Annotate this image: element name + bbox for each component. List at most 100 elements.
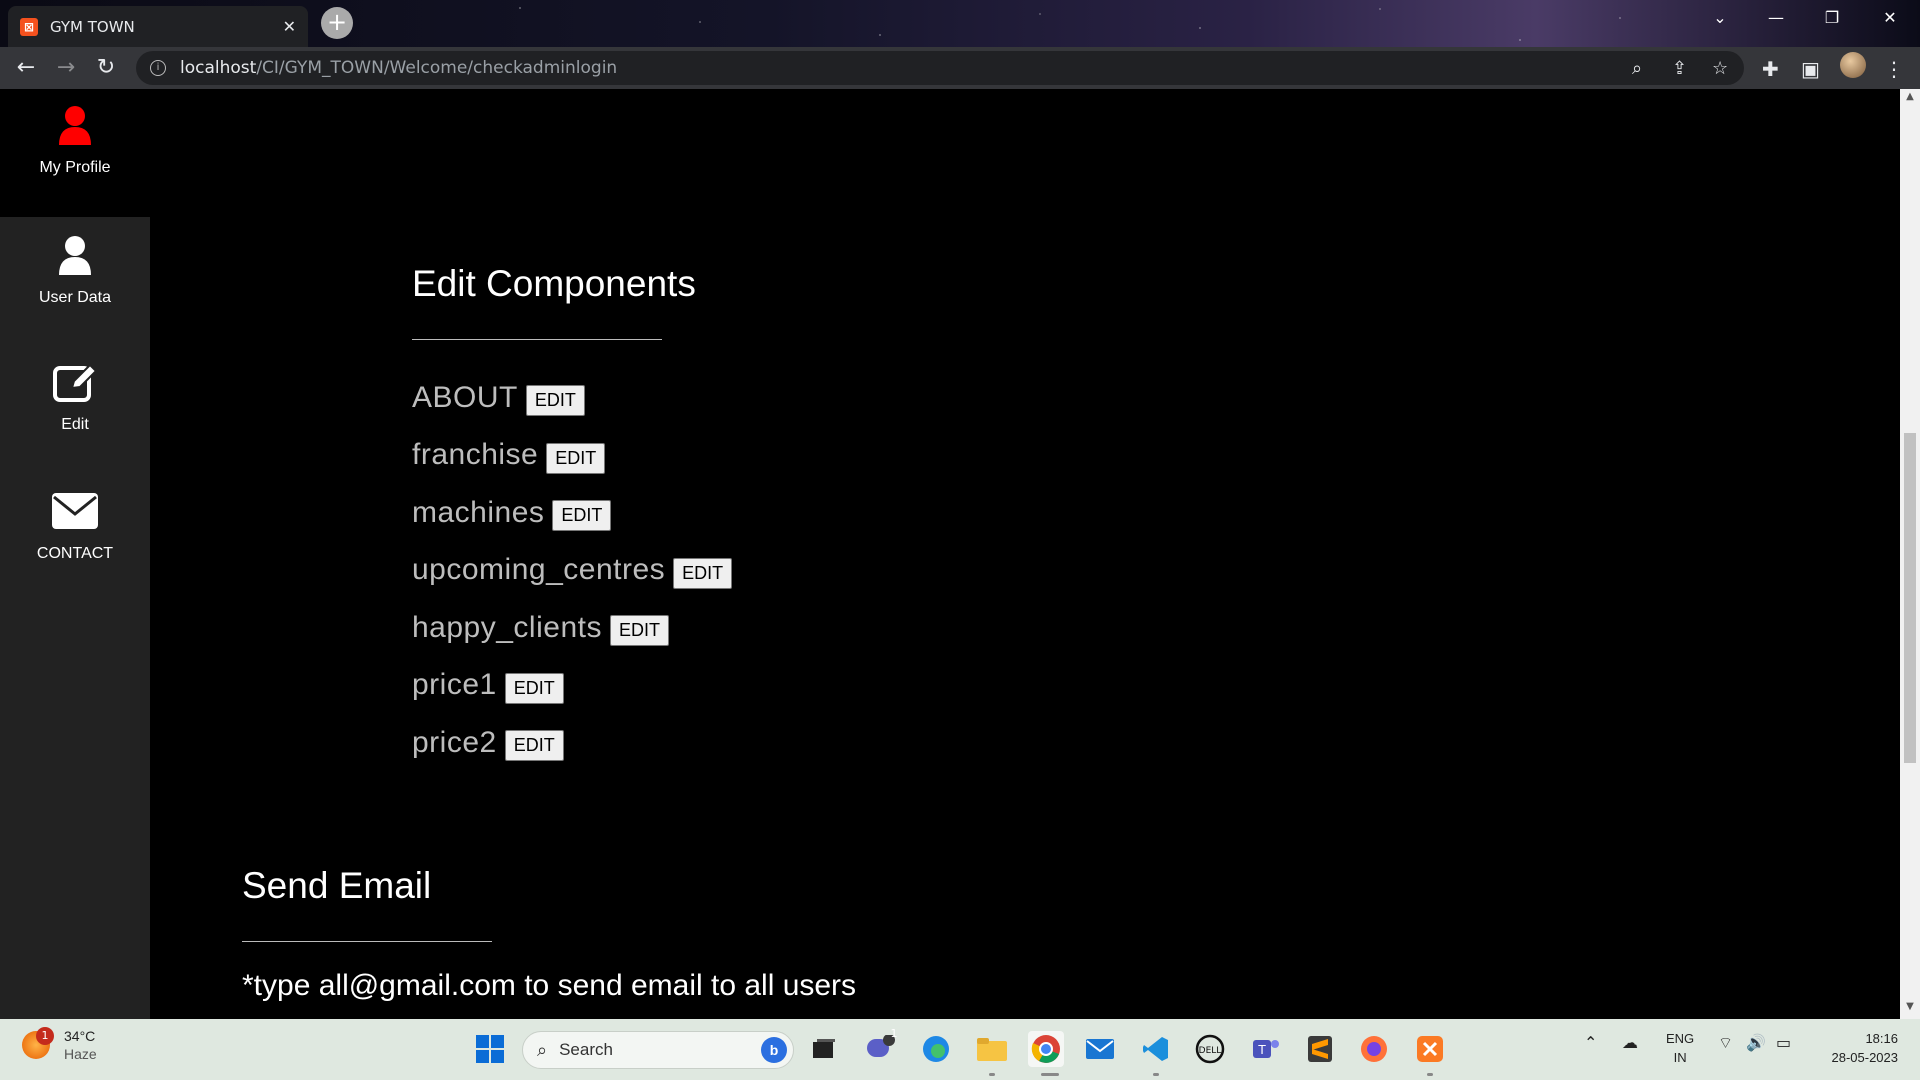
sidebar-background bbox=[0, 217, 150, 1019]
vscode-icon[interactable] bbox=[1138, 1031, 1174, 1067]
firefox-icon[interactable] bbox=[1356, 1031, 1392, 1067]
url-path: /CI/GYM_TOWN/Welcome/checkadminlogin bbox=[256, 58, 618, 78]
onedrive-cloud-icon[interactable]: ☁ bbox=[1622, 1033, 1638, 1052]
region-code: IN bbox=[1673, 1050, 1687, 1065]
edit-upcoming-centres-button[interactable]: EDIT bbox=[673, 557, 733, 589]
weather-sun-icon: 1 bbox=[22, 1027, 54, 1059]
tab-search-chevron-icon[interactable]: ⌄ bbox=[1692, 0, 1748, 34]
svg-text:DELL: DELL bbox=[1199, 1046, 1222, 1056]
scroll-thumb[interactable] bbox=[1904, 433, 1916, 763]
language-code: ENG bbox=[1666, 1031, 1695, 1046]
system-clock[interactable]: 18:16 28-05-2023 bbox=[1812, 1029, 1899, 1067]
wifi-icon[interactable]: ⌔ bbox=[1718, 1033, 1733, 1053]
browser-tab[interactable]: ⊠ GYM TOWN ✕ bbox=[8, 6, 308, 47]
sidebar-item-edit[interactable]: Edit bbox=[0, 362, 150, 434]
bookmark-star-icon[interactable]: ☆ bbox=[1712, 58, 1728, 79]
weather-badge: 1 bbox=[36, 1027, 54, 1045]
component-row-price1: price1 EDIT bbox=[412, 657, 732, 715]
bing-icon[interactable]: b bbox=[761, 1037, 787, 1063]
scroll-up-arrow-icon[interactable]: ▲ bbox=[1900, 91, 1920, 107]
xampp-favicon-icon: ⊠ bbox=[20, 17, 38, 36]
minimize-button[interactable]: — bbox=[1748, 0, 1804, 34]
edit-components-title: Edit Components bbox=[412, 263, 696, 304]
edit-franchise-button[interactable]: EDIT bbox=[546, 442, 606, 474]
back-arrow-icon[interactable]: ← bbox=[12, 55, 40, 83]
file-explorer-icon[interactable] bbox=[974, 1031, 1010, 1067]
battery-icon[interactable]: ▭ bbox=[1776, 1033, 1791, 1052]
new-tab-button[interactable]: + bbox=[321, 7, 353, 39]
edge-icon[interactable] bbox=[918, 1031, 954, 1067]
weather-condition: Haze bbox=[64, 1046, 97, 1062]
sidebar-item-user-data[interactable]: User Data bbox=[0, 235, 150, 307]
edit-happy-clients-button[interactable]: EDIT bbox=[609, 615, 669, 647]
running-indicator bbox=[989, 1073, 995, 1076]
forward-arrow-icon[interactable]: → bbox=[52, 55, 80, 83]
scroll-down-arrow-icon[interactable]: ▼ bbox=[1900, 1001, 1920, 1017]
start-button[interactable] bbox=[472, 1031, 508, 1067]
main-content: Edit Components ABOUT EDIT franchise EDI… bbox=[150, 89, 1900, 1019]
component-row-price2: price2 EDIT bbox=[412, 714, 732, 772]
edit-icon bbox=[53, 363, 98, 402]
chrome-icon[interactable] bbox=[1028, 1031, 1064, 1067]
browser-titlebar: ⊠ GYM TOWN ✕ + ⌄ — ❐ ✕ bbox=[0, 0, 1920, 47]
edit-price2-button[interactable]: EDIT bbox=[504, 730, 564, 762]
task-view-icon[interactable] bbox=[806, 1031, 842, 1067]
dell-icon[interactable]: DELL bbox=[1192, 1031, 1228, 1067]
menu-dots-icon[interactable]: ⋮ bbox=[1884, 57, 1904, 81]
profile-avatar[interactable] bbox=[1840, 52, 1866, 78]
page-scrollbar[interactable]: ▲ ▼ bbox=[1900, 89, 1920, 1019]
component-row-about: ABOUT EDIT bbox=[412, 369, 732, 427]
chat-badge: 1 bbox=[890, 1027, 898, 1040]
xampp-icon[interactable] bbox=[1412, 1031, 1448, 1067]
running-indicator bbox=[1153, 1073, 1159, 1076]
component-name: machines bbox=[412, 495, 545, 529]
share-icon[interactable]: ⇪ bbox=[1672, 58, 1687, 79]
user-icon bbox=[59, 236, 91, 275]
component-row-machines: machines EDIT bbox=[412, 484, 732, 542]
edit-machines-button[interactable]: EDIT bbox=[552, 500, 612, 532]
send-email-note: *type all@gmail.com to send email to all… bbox=[242, 969, 857, 1002]
component-name: ABOUT bbox=[412, 380, 518, 414]
edit-about-button[interactable]: EDIT bbox=[525, 385, 585, 417]
windows-logo-icon bbox=[476, 1035, 504, 1063]
component-name: price1 bbox=[412, 668, 497, 702]
edit-components-divider bbox=[412, 339, 662, 340]
component-name: happy_clients bbox=[412, 610, 602, 644]
reload-icon[interactable]: ↻ bbox=[92, 55, 120, 83]
show-hidden-icons-chevron-icon[interactable]: ⌃ bbox=[1584, 1033, 1597, 1052]
zoom-icon[interactable]: ⌕ bbox=[1632, 58, 1642, 79]
extensions-icon[interactable]: ✚ bbox=[1762, 57, 1779, 81]
component-name: upcoming_centres bbox=[412, 553, 666, 587]
weather-temperature: 34°C bbox=[64, 1028, 96, 1044]
component-name: franchise bbox=[412, 438, 539, 472]
windows-taskbar: 1 34°C Haze ⌕ Search b 1 DELL T ⌃ ☁ ENG … bbox=[0, 1019, 1920, 1080]
sidebar-item-label: User Data bbox=[38, 289, 112, 306]
sidebar-item-contact[interactable]: CONTACT bbox=[0, 491, 150, 563]
teams-icon[interactable]: T bbox=[1248, 1031, 1284, 1067]
sidebar-item-label: CONTACT bbox=[36, 545, 114, 562]
tab-close-icon[interactable]: ✕ bbox=[283, 17, 296, 36]
send-email-title: Send Email bbox=[242, 865, 432, 906]
sublime-text-icon[interactable] bbox=[1302, 1031, 1338, 1067]
address-bar[interactable]: i localhost/CI/GYM_TOWN/Welcome/checkadm… bbox=[136, 51, 1744, 85]
svg-text:T: T bbox=[1257, 1043, 1266, 1057]
search-icon: ⌕ bbox=[537, 1039, 548, 1060]
user-icon bbox=[59, 106, 91, 145]
language-indicator[interactable]: ENG IN bbox=[1666, 1029, 1694, 1067]
maximize-button[interactable]: ❐ bbox=[1804, 0, 1860, 34]
info-icon[interactable]: i bbox=[150, 60, 166, 76]
running-indicator bbox=[1427, 1073, 1433, 1076]
mail-icon[interactable] bbox=[1082, 1031, 1118, 1067]
search-label: Search bbox=[559, 1040, 613, 1059]
sidepanel-icon[interactable]: ▣ bbox=[1801, 57, 1820, 81]
teams-chat-icon[interactable]: 1 bbox=[862, 1027, 898, 1067]
send-email-divider bbox=[242, 941, 492, 942]
volume-icon[interactable]: 🔊 bbox=[1746, 1033, 1766, 1052]
sidebar-item-my-profile[interactable]: My Profile bbox=[0, 89, 150, 217]
close-window-button[interactable]: ✕ bbox=[1862, 0, 1918, 34]
taskbar-search-box[interactable]: ⌕ Search b bbox=[522, 1031, 794, 1069]
weather-widget[interactable]: 1 34°C Haze bbox=[22, 1027, 97, 1063]
component-name: price2 bbox=[412, 725, 497, 759]
edit-price1-button[interactable]: EDIT bbox=[504, 672, 564, 704]
clock-time: 18:16 bbox=[1865, 1031, 1898, 1046]
